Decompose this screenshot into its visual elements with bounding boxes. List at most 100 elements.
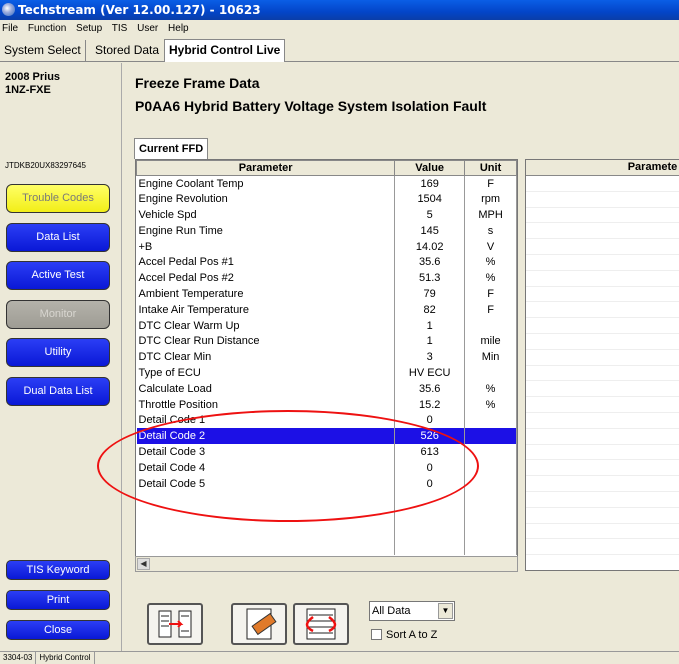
chevron-down-icon[interactable]: ▼	[438, 603, 453, 619]
param-cell: Vehicle Spd	[136, 207, 396, 223]
sort-a-to-z-checkbox[interactable]: Sort A to Z	[371, 629, 437, 641]
menu-bar: File Function Setup TIS User Help	[0, 20, 679, 38]
table-row[interactable]: Ambient Temperature 79 F	[136, 286, 517, 302]
table-row[interactable]: Vehicle Spd 5 MPH	[136, 207, 517, 223]
table-row[interactable]	[136, 491, 517, 508]
unit-cell	[464, 491, 517, 508]
tab-current-ffd[interactable]: Current FFD	[134, 138, 209, 159]
tab-stored-data[interactable]: Stored Data	[91, 40, 163, 61]
unit-cell: F	[464, 286, 517, 302]
table-row[interactable]: Intake Air Temperature 82 F	[136, 301, 517, 318]
secondary-row	[526, 524, 679, 540]
table-row[interactable]: DTC Clear Run Distance 1 mile	[136, 333, 517, 350]
param-cell: Intake Air Temperature	[136, 301, 396, 318]
param-cell: DTC Clear Run Distance	[136, 333, 396, 350]
active-test-button[interactable]: Active Test	[6, 261, 110, 290]
secondary-row	[526, 445, 679, 461]
unit-cell	[464, 444, 517, 460]
value-cell: 0	[394, 475, 466, 492]
unit-cell	[464, 507, 517, 524]
secondary-row	[526, 476, 679, 492]
table-row[interactable]: Accel Pedal Pos #2 51.3%	[136, 270, 517, 287]
table-row[interactable]: Type of ECU HV ECU	[136, 365, 517, 381]
table-row[interactable]: Engine Run Time 145 s	[136, 222, 517, 239]
value-cell	[394, 523, 466, 539]
value-cell: 0	[394, 459, 466, 476]
param-cell: +B	[136, 238, 396, 255]
eraser-button[interactable]	[231, 603, 287, 645]
tis-keyword-button[interactable]: TIS Keyword	[6, 560, 110, 580]
column-header-parameter[interactable]: Parameter	[136, 160, 396, 176]
horizontal-scrollbar[interactable]: ◀	[135, 556, 518, 572]
status-system: Hybrid Control	[36, 652, 95, 664]
param-cell: Detail Code 4	[136, 459, 396, 476]
vin-number: JTDKB20UX83297645	[5, 161, 86, 170]
unit-cell: F	[464, 175, 517, 192]
table-row[interactable]: Engine Revolution 1504 rpm	[136, 191, 517, 208]
data-filter-select[interactable]: All Data ▼	[369, 601, 455, 621]
table-row[interactable]: +B 14.02 V	[136, 238, 517, 255]
unit-cell: Min	[464, 349, 517, 366]
table-row[interactable]	[136, 538, 517, 555]
unit-cell	[464, 475, 517, 492]
monitor-button[interactable]: Monitor	[6, 300, 110, 329]
unit-cell: V	[464, 238, 517, 255]
value-cell: HV ECU	[394, 365, 466, 381]
vehicle-model: 2008 Prius	[5, 71, 61, 83]
secondary-row	[526, 508, 679, 524]
secondary-row	[526, 350, 679, 366]
close-button[interactable]: Close	[6, 620, 110, 640]
table-row[interactable]: Throttle Position 15.2%	[136, 396, 517, 413]
utility-button[interactable]: Utility	[6, 338, 110, 367]
unit-cell: %	[464, 380, 517, 397]
swap-rows-button[interactable]	[293, 603, 349, 645]
table-row[interactable]: Detail Code 10	[136, 412, 517, 429]
secondary-row	[526, 366, 679, 382]
menu-setup[interactable]: Setup	[76, 23, 102, 34]
column-header-value[interactable]: Value	[394, 160, 466, 176]
value-cell: 35.6	[394, 380, 466, 397]
table-row[interactable]	[136, 523, 517, 539]
secondary-column-header[interactable]: Paramete	[526, 160, 679, 176]
param-cell: Throttle Position	[136, 396, 396, 413]
data-list-button[interactable]: Data List	[6, 223, 110, 252]
compare-table-button[interactable]	[147, 603, 203, 645]
table-row[interactable]: DTC Clear Warm Up 1	[136, 317, 517, 334]
menu-help[interactable]: Help	[168, 23, 189, 34]
value-cell: 79	[394, 286, 466, 302]
tab-hybrid-control-live[interactable]: Hybrid Control Live	[164, 39, 286, 62]
table-row[interactable]: Detail Code 50	[136, 475, 517, 492]
table-row[interactable]: DTC Clear Min 3 Min	[136, 349, 517, 366]
checkbox-box[interactable]	[371, 629, 382, 640]
value-cell: 526	[394, 428, 466, 445]
menu-tis[interactable]: TIS	[112, 23, 128, 34]
param-cell: Engine Run Time	[136, 222, 396, 239]
table-row[interactable]: Detail Code 40	[136, 459, 517, 476]
menu-user[interactable]: User	[137, 23, 158, 34]
param-cell	[136, 507, 396, 524]
unit-cell	[464, 365, 517, 381]
table-row[interactable]: Detail Code 2 526	[136, 428, 517, 445]
table-row[interactable]: Detail Code 3 613	[136, 444, 517, 460]
trouble-codes-button[interactable]: Trouble Codes	[6, 184, 110, 213]
secondary-row	[526, 287, 679, 303]
table-row[interactable]: Accel Pedal Pos #1 35.6%	[136, 254, 517, 271]
dual-data-list-button[interactable]: Dual Data List	[6, 377, 110, 406]
menu-function[interactable]: Function	[28, 23, 66, 34]
column-header-unit[interactable]: Unit	[464, 160, 517, 176]
menu-file[interactable]: File	[2, 23, 18, 34]
unit-cell: %	[464, 396, 517, 413]
tab-system-select[interactable]: System Select	[0, 40, 86, 61]
table-row[interactable]: Engine Coolant Temp 169 F	[136, 175, 517, 192]
scroll-left-icon[interactable]: ◀	[137, 558, 150, 570]
unit-cell	[464, 523, 517, 539]
secondary-row	[526, 429, 679, 445]
print-button[interactable]: Print	[6, 590, 110, 610]
secondary-row	[526, 539, 679, 556]
param-cell	[136, 538, 396, 555]
vehicle-engine: 1NZ-FXE	[5, 84, 51, 96]
secondary-row	[526, 239, 679, 255]
table-row[interactable]	[136, 507, 517, 524]
table-row[interactable]: Calculate Load 35.6%	[136, 380, 517, 397]
title-bar: Techstream (Ver 12.00.127) - 10623	[0, 0, 679, 20]
